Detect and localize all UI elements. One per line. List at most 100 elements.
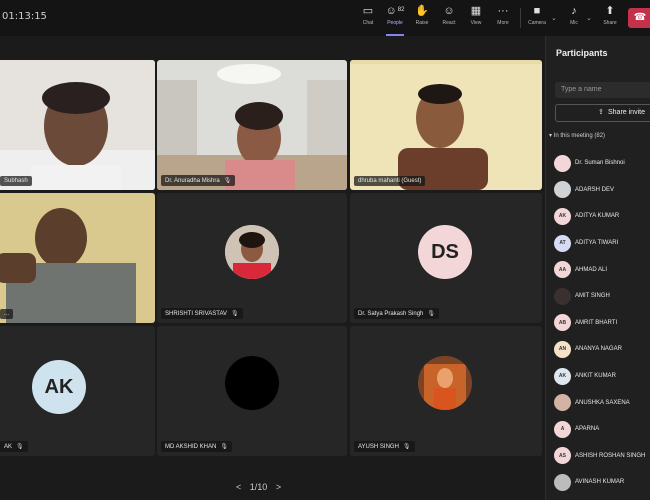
participant-name: AVINASH KUMAR [575, 479, 625, 486]
people-button[interactable]: ☺82 People [382, 4, 408, 36]
mic-muted-icon: 🎙 [231, 311, 239, 317]
participant-row[interactable]: AN ANANYA NAGAR [554, 336, 650, 363]
participant-avatar [554, 154, 571, 172]
panel-title: Participants [556, 48, 608, 58]
participant-avatar: AA [554, 261, 571, 279]
video-tile[interactable]: dhruba mahanti (Guest) [350, 60, 542, 190]
react-icon: ☺ [443, 5, 455, 17]
meeting-timer: 01:13:15 [2, 11, 47, 22]
participant-avatar: A [554, 420, 571, 438]
participant-name: ANKIT KUMAR [575, 373, 616, 380]
share-button[interactable]: ⬆ Share [597, 4, 623, 34]
participant-video [0, 60, 155, 190]
participant-name: ADITYA KUMAR [575, 213, 620, 220]
participant-name: Dr. Suman Bishnoi [575, 160, 625, 167]
participant-row[interactable]: AK ADITYA KUMAR [554, 203, 650, 230]
participant-row[interactable]: AA AHMAD ALI [554, 256, 650, 283]
participant-name: ... [0, 309, 14, 319]
participant-name: Dr. Anuradha Mishra 🎙 [161, 175, 236, 186]
camera-icon: ■ [533, 5, 541, 17]
participant-avatar: DS [418, 225, 472, 279]
view-button[interactable]: ▦ View [463, 4, 489, 34]
phone-hangup-icon: ☎ [633, 12, 647, 23]
toolbar-divider [520, 8, 521, 28]
video-tile[interactable]: Dr. Anuradha Mishra 🎙 [157, 60, 347, 190]
participant-name: ADITYA TIWARI [575, 240, 619, 247]
participant-row[interactable]: ADARSH DEV [554, 177, 650, 204]
mic-muted-icon: 🎙 [427, 311, 435, 317]
participant-name: AYUSH SINGH 🎙 [354, 441, 415, 452]
participant-avatar: AS [554, 447, 571, 465]
chat-icon: ▭ [362, 5, 374, 17]
participant-list: Dr. Suman Bishnoi ADARSH DEV AK ADITYA KUMA… [554, 150, 650, 496]
next-page-button[interactable]: > [276, 482, 281, 492]
page-indicator: 1/10 [249, 482, 268, 492]
chat-button[interactable]: ▭ Chat [355, 4, 381, 34]
react-button[interactable]: ☺ React [436, 4, 462, 34]
section-header[interactable]: ▾ In this meeting (82) [549, 132, 605, 139]
gallery-pager: < 1/10 > [233, 482, 284, 492]
mic-button[interactable]: ♪ Mic [561, 4, 587, 34]
participant-photo [225, 225, 279, 279]
participant-name: AMIT SINGH [575, 293, 610, 300]
participant-video [157, 60, 347, 190]
participant-row[interactable]: AMIT SINGH [554, 283, 650, 310]
participant-row[interactable]: AT ADITYA TIWARI [554, 230, 650, 257]
video-tile[interactable]: AK AK 🎙 [0, 326, 155, 456]
video-tile[interactable]: DS Dr. Satya Prakash Singh 🎙 [350, 193, 542, 323]
video-tile[interactable]: AYUSH SINGH 🎙 [350, 326, 542, 456]
participant-name: Subhash [0, 176, 32, 186]
participant-avatar: AK [554, 367, 571, 385]
share-invite-button[interactable]: ⇪ Share invite [555, 104, 650, 122]
share-icon: ⬆ [605, 5, 615, 17]
people-icon: ☺82 [385, 5, 405, 17]
video-tile[interactable]: MD AKSHID KHAN 🎙 [157, 326, 347, 456]
participant-name: AMRIT BHARTI [575, 319, 618, 326]
participant-row[interactable]: AB AMRIT BHARTI [554, 310, 650, 337]
participant-avatar: AB [554, 314, 571, 332]
more-button[interactable]: ··· More [490, 4, 516, 34]
mic-muted-icon: 🎙 [223, 178, 232, 184]
participant-avatar [554, 181, 571, 199]
meeting-toolbar: 01:13:15 ▭ Chat ☺82 People ✋ Raise ☺ Rea… [0, 0, 650, 36]
camera-button[interactable]: ■ Camera [524, 4, 550, 34]
participant-name: ANANYA NAGAR [575, 346, 622, 353]
mic-options-chevron-icon[interactable]: ⌄ [586, 14, 592, 22]
participant-row[interactable]: Dr. Suman Bishnoi [554, 150, 650, 177]
participant-photo [225, 356, 279, 410]
participant-avatar: AN [554, 340, 571, 358]
participant-name: ANUSHKA SAXENA [575, 399, 630, 406]
participant-name: ASHISH ROSHAN SINGH [575, 452, 646, 459]
participant-search-input[interactable]: Type a name [555, 82, 650, 98]
camera-options-chevron-icon[interactable]: ⌄ [551, 14, 557, 22]
chevron-down-icon: ▾ [549, 133, 553, 139]
participant-name: Dr. Satya Prakash Singh 🎙 [354, 308, 439, 319]
more-icon: ··· [497, 5, 509, 17]
participant-name: AK 🎙 [0, 441, 28, 452]
prev-page-button[interactable]: < [236, 482, 241, 492]
participant-row[interactable]: AVINASH KUMAR [554, 469, 650, 496]
video-tile[interactable]: Subhash [0, 60, 155, 190]
video-tile[interactable]: SHRISHTI SRIVASTAV 🎙 [157, 193, 347, 323]
participant-avatar [554, 287, 571, 305]
participant-name: AHMAD ALI [575, 266, 608, 273]
participant-video [0, 193, 155, 323]
participant-photo [418, 356, 472, 410]
participant-row[interactable]: AS ASHISH ROSHAN SINGH [554, 443, 650, 470]
participant-avatar: AT [554, 234, 571, 252]
participant-row[interactable]: AK ANKIT KUMAR [554, 363, 650, 390]
participant-name: ADARSH DEV [575, 186, 615, 193]
video-grid: Subhash Dr. Anuradha Mishra 🎙 dhruba maha… [0, 36, 545, 500]
mic-muted-icon: 🎙 [402, 444, 411, 450]
hand-icon: ✋ [415, 5, 429, 17]
participant-avatar [554, 394, 571, 412]
raise-hand-button[interactable]: ✋ Raise [409, 4, 435, 34]
participant-name: APARNA [575, 426, 600, 433]
participant-video [350, 60, 542, 190]
participant-row[interactable]: ANUSHKA SAXENA [554, 389, 650, 416]
participant-row[interactable]: A APARNA [554, 416, 650, 443]
leave-button[interactable]: ☎ [628, 8, 650, 28]
participant-name: MD AKSHID KHAN 🎙 [161, 441, 232, 452]
video-tile[interactable]: ... [0, 193, 155, 323]
mic-muted-icon: 🎙 [16, 444, 24, 450]
